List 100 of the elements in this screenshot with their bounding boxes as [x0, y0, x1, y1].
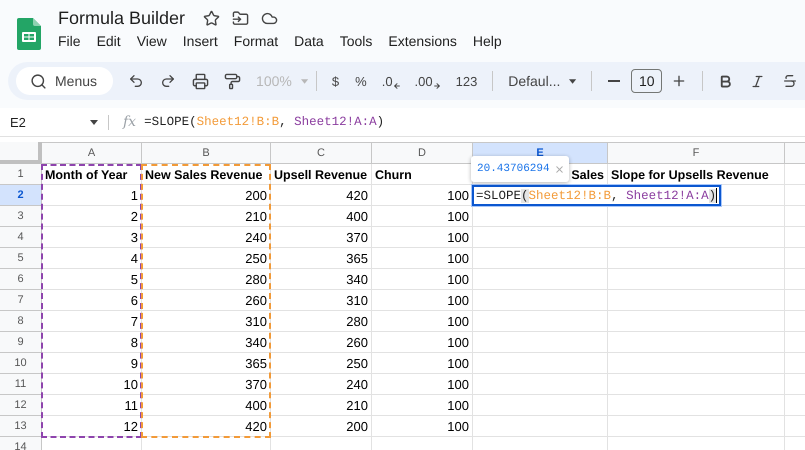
range-reference: Sheet12!B:B — [196, 115, 280, 129]
percent-button[interactable]: % — [348, 67, 374, 95]
table-cell: 280 — [142, 269, 271, 290]
column-header[interactable]: F — [608, 142, 785, 164]
result-value: 20.43706294 — [477, 163, 550, 175]
table-cell: 250 — [142, 248, 271, 269]
menu-item[interactable]: Extensions — [380, 30, 465, 52]
printer-icon — [192, 72, 209, 90]
table-cell: 12 — [42, 416, 142, 437]
table-cell: 340 — [142, 332, 271, 353]
table-cell: 370 — [142, 374, 271, 395]
table-cell: 400 — [142, 395, 271, 416]
table-cell: 100 — [372, 374, 473, 395]
column-header[interactable]: C — [271, 142, 372, 164]
row-header[interactable]: 5 — [0, 248, 42, 269]
table-cell: 365 — [271, 248, 372, 269]
table-cell: 200 — [271, 416, 372, 437]
move-folder-icon[interactable] — [232, 10, 250, 27]
row-header[interactable]: 12 — [0, 395, 42, 416]
row-header[interactable]: 2 — [0, 185, 42, 206]
font-size-field[interactable]: 10 — [631, 69, 662, 93]
table-cell: 100 — [372, 332, 473, 353]
table-cell: 340 — [271, 269, 372, 290]
table-cell: 100 — [372, 269, 473, 290]
row-header[interactable]: 4 — [0, 227, 42, 248]
table-cell: 9 — [42, 353, 142, 374]
table-cell: 100 — [372, 248, 473, 269]
table-cell: 260 — [271, 332, 372, 353]
font-dropdown[interactable]: Defaul... — [501, 67, 568, 95]
menu-item[interactable]: File — [50, 30, 89, 52]
table-cell: 420 — [142, 416, 271, 437]
range-reference: Sheet12!B:B — [528, 188, 612, 202]
header-cell: Month of Year — [42, 164, 142, 185]
menu-item[interactable]: View — [128, 30, 175, 52]
table-cell: 3 — [42, 227, 142, 248]
table-cell: 100 — [372, 311, 473, 332]
caret-icon — [569, 78, 577, 84]
menu-item[interactable]: Edit — [88, 30, 129, 52]
table-cell: 100 — [372, 353, 473, 374]
table-cell: 8 — [42, 332, 142, 353]
formula-text: ) — [708, 188, 716, 202]
table-cell: 260 — [142, 290, 271, 311]
column-header[interactable]: B — [142, 142, 271, 164]
header-cell: Upsell Revenue — [271, 164, 372, 185]
menu-item[interactable]: Format — [226, 30, 286, 52]
table-cell: 370 — [271, 227, 372, 248]
formula-text: =SLOPE( — [144, 115, 197, 129]
table-cell: 400 — [271, 206, 372, 227]
minus-icon — [608, 80, 620, 82]
star-icon[interactable] — [203, 10, 220, 27]
strikethrough-icon — [782, 73, 798, 89]
column-header[interactable]: D — [372, 142, 473, 164]
row-header[interactable]: 3 — [0, 206, 42, 227]
menu-item[interactable]: Tools — [332, 30, 380, 52]
row-header[interactable]: 14 — [0, 437, 42, 450]
row-header[interactable]: 9 — [0, 332, 42, 353]
formula-text: ) — [376, 115, 384, 129]
decrease-decimals-button[interactable]: .0 — [376, 67, 407, 95]
cell-editor[interactable]: =SLOPE(Sheet12!B:B, Sheet12!A:A) — [472, 185, 722, 206]
menu-item[interactable]: Help — [464, 30, 510, 52]
table-cell: 4 — [42, 248, 142, 269]
column-header[interactable]: A — [42, 142, 142, 164]
table-cell: 420 — [271, 185, 372, 206]
table-cell: 2 — [42, 206, 142, 227]
sheets-logo-icon[interactable] — [17, 18, 41, 50]
row-header[interactable]: 1 — [0, 164, 42, 185]
menu-item[interactable]: Data — [286, 30, 332, 52]
table-cell: 210 — [271, 395, 372, 416]
redo-icon — [160, 73, 176, 89]
table-cell: 5 — [42, 269, 142, 290]
arrow-left-icon — [392, 82, 401, 90]
table-cell: 100 — [372, 416, 473, 437]
arrow-right-icon — [432, 82, 441, 90]
row-header[interactable]: 8 — [0, 311, 42, 332]
table-cell: 250 — [271, 353, 372, 374]
document-title[interactable]: Formula Builder — [58, 8, 186, 29]
name-box[interactable]: E2 — [0, 114, 109, 130]
table-cell: 280 — [271, 311, 372, 332]
number-format-button[interactable]: 123 — [448, 67, 484, 95]
table-cell: 6 — [42, 290, 142, 311]
row-header[interactable]: 7 — [0, 290, 42, 311]
bold-icon — [718, 74, 734, 88]
formula-text: ( — [521, 188, 529, 202]
increase-decimals-button[interactable]: .00 — [408, 67, 447, 95]
caret-icon — [90, 120, 98, 124]
range-reference: Sheet12!A:A — [294, 115, 377, 129]
header-cell: New Sales Revenue — [142, 164, 271, 185]
row-header[interactable]: 10 — [0, 353, 42, 374]
table-cell: 100 — [372, 290, 473, 311]
caret-icon — [300, 78, 308, 84]
table-cell: 100 — [372, 395, 473, 416]
currency-button[interactable]: $ — [324, 67, 346, 95]
cloud-icon[interactable] — [261, 10, 278, 27]
search-menus-field[interactable]: Menus — [16, 67, 114, 95]
row-header[interactable]: 13 — [0, 416, 42, 437]
menu-item[interactable]: Insert — [174, 30, 226, 52]
row-header[interactable]: 6 — [0, 269, 42, 290]
row-header[interactable]: 11 — [0, 374, 42, 395]
table-cell: 10 — [42, 374, 142, 395]
paint-roller-icon — [224, 72, 241, 90]
